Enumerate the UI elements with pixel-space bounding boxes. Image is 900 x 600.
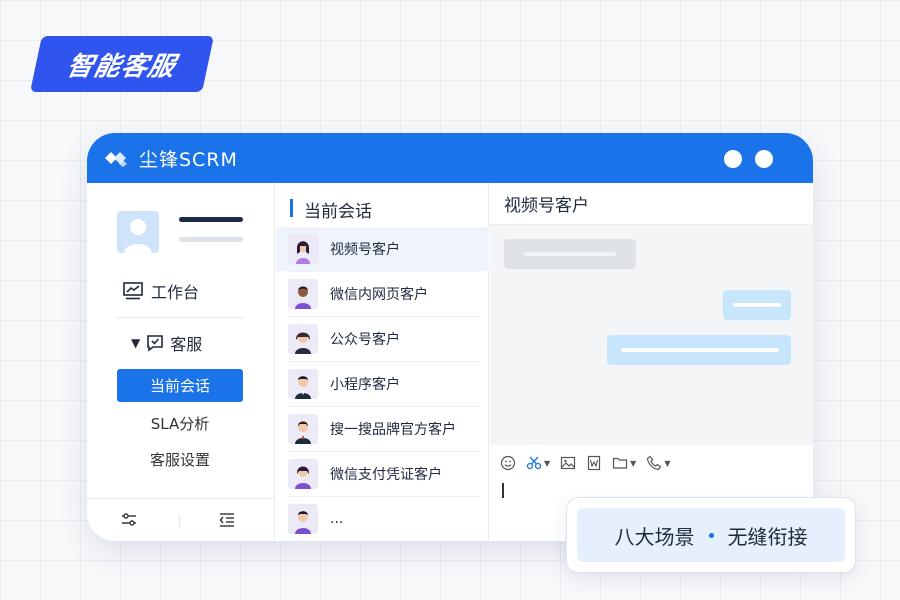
list-item-label: 搜一搜品牌官方客户 bbox=[330, 422, 456, 438]
brand-logo: 尘锋SCRM bbox=[105, 145, 238, 172]
message-toolbar: ▼ ▼ ▼ bbox=[500, 455, 670, 471]
incoming-message-bubble bbox=[504, 239, 636, 269]
title-bar: 尘锋SCRM bbox=[87, 133, 813, 183]
user-name-placeholder bbox=[179, 217, 243, 222]
user-meta-placeholder bbox=[179, 237, 243, 242]
window-control-dot[interactable] bbox=[724, 150, 742, 168]
user-silhouette-icon bbox=[124, 219, 152, 253]
sidebar: 工作台 ▼ 客服 当前会话 SLA分析 客服设置 bbox=[87, 183, 275, 541]
chevron-down-icon[interactable]: ▼ bbox=[630, 459, 636, 468]
sidebar-divider bbox=[117, 317, 243, 318]
customer-avatar bbox=[288, 279, 318, 309]
list-item-label: 视频号客户 bbox=[330, 242, 400, 258]
message-area bbox=[490, 225, 813, 445]
list-item[interactable]: 搜一搜品牌官方客户 bbox=[276, 407, 489, 451]
tagline-card: 八大场景 无缝衔接 bbox=[566, 497, 856, 573]
smart-service-badge: 智能客服 bbox=[30, 36, 214, 92]
chat-panel: 视频号客户 ▼ ▼ ▼ bbox=[490, 183, 813, 541]
sidebar-sub-service-settings[interactable]: 客服设置 bbox=[117, 449, 243, 470]
emoji-icon[interactable] bbox=[500, 455, 516, 471]
customer-avatar bbox=[288, 459, 318, 489]
list-item-label: 小程序客户 bbox=[330, 377, 400, 393]
sidebar-footer bbox=[87, 498, 275, 541]
chat-check-icon bbox=[147, 335, 164, 352]
list-item[interactable]: 微信支付凭证客户 bbox=[276, 452, 489, 496]
scissors-icon[interactable] bbox=[526, 455, 542, 471]
tagline-inner: 八大场景 无缝衔接 bbox=[577, 508, 845, 562]
window-control-dot[interactable] bbox=[755, 150, 773, 168]
list-item[interactable]: 视频号客户 bbox=[276, 227, 489, 271]
sidebar-item-customer-service[interactable]: ▼ 客服 bbox=[131, 331, 202, 355]
footer-divider bbox=[179, 515, 180, 527]
list-item[interactable]: 小程序客户 bbox=[276, 362, 489, 406]
folder-icon[interactable] bbox=[612, 455, 628, 471]
badge-label: 智能客服 bbox=[64, 51, 179, 82]
outgoing-message-bubble bbox=[607, 335, 791, 365]
caret-down-icon: ▼ bbox=[131, 336, 141, 350]
customer-avatar bbox=[288, 414, 318, 444]
list-item[interactable]: 公众号客户 bbox=[276, 317, 489, 361]
app-window: 尘锋SCRM 工作台 ▼ 客服 当前会话 SLA分析 客服设置 当前会话 视频号… bbox=[87, 133, 813, 541]
list-item-label: 微信支付凭证客户 bbox=[330, 467, 442, 483]
phone-icon[interactable] bbox=[646, 455, 662, 471]
sidebar-item-label: 客服 bbox=[170, 335, 203, 354]
brand-name: 尘锋SCRM bbox=[139, 148, 238, 171]
customer-avatar bbox=[288, 324, 318, 354]
list-item[interactable]: 微信内网页客户 bbox=[276, 272, 489, 316]
list-item-label: 公众号客户 bbox=[330, 332, 400, 348]
word-file-icon[interactable] bbox=[586, 455, 602, 471]
conversation-list-panel: 当前会话 视频号客户 微信内网页客户 公众号客户 小程序客户 搜一搜品牌官方客户… bbox=[276, 183, 489, 541]
sidebar-sub-sla-analysis[interactable]: SLA分析 bbox=[117, 413, 243, 434]
sidebar-item-workbench[interactable]: 工作台 bbox=[123, 279, 199, 303]
monitor-chart-icon bbox=[123, 282, 143, 300]
sidebar-item-label: 工作台 bbox=[151, 283, 200, 302]
list-item[interactable]: ... bbox=[276, 497, 489, 541]
conversation-list-title: 当前会话 bbox=[290, 197, 372, 222]
user-avatar[interactable] bbox=[117, 211, 159, 253]
tagline-right: 无缝衔接 bbox=[727, 524, 808, 549]
customer-avatar bbox=[288, 504, 318, 534]
chevron-down-icon[interactable]: ▼ bbox=[664, 459, 670, 468]
sliders-icon[interactable] bbox=[121, 512, 137, 528]
sidebar-sub-current-sessions[interactable]: 当前会话 bbox=[117, 369, 243, 402]
customer-avatar bbox=[288, 234, 318, 264]
message-input-caret[interactable] bbox=[502, 483, 504, 498]
list-item-label: 微信内网页客户 bbox=[330, 287, 428, 303]
collapse-menu-icon[interactable] bbox=[219, 512, 235, 528]
brand-diamond-icon bbox=[105, 152, 127, 167]
separator-dot-icon bbox=[708, 532, 714, 538]
image-icon[interactable] bbox=[560, 455, 576, 471]
window-controls bbox=[724, 150, 773, 168]
chat-title: 视频号客户 bbox=[490, 183, 813, 225]
outgoing-message-bubble bbox=[723, 290, 791, 320]
list-item-label: ... bbox=[330, 511, 344, 527]
customer-avatar bbox=[288, 369, 318, 399]
tagline-left: 八大场景 bbox=[614, 524, 695, 549]
chevron-down-icon[interactable]: ▼ bbox=[544, 459, 550, 468]
